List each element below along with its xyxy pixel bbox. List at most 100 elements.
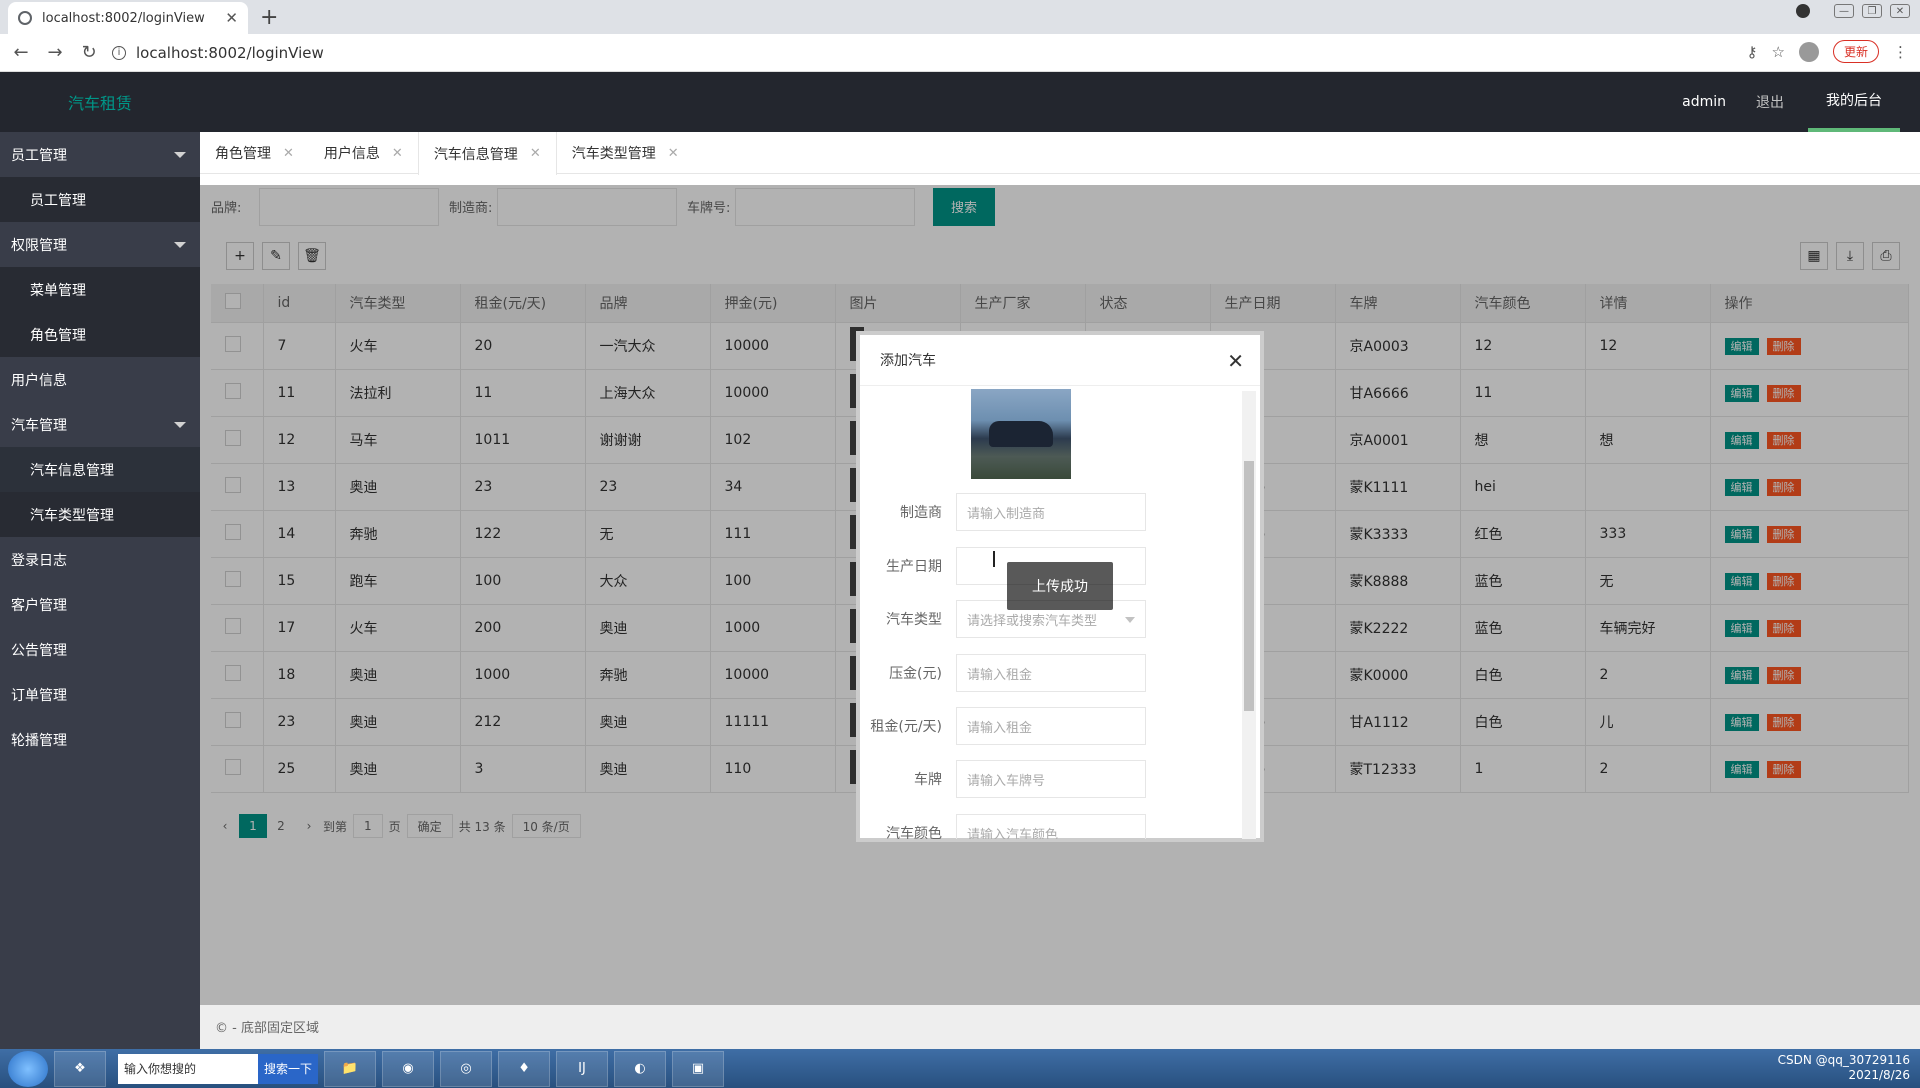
tab-car-type[interactable]: 汽车类型管理 ✕ — [557, 132, 694, 174]
chevron-down-icon — [1125, 617, 1135, 623]
tab-label: 角色管理 — [215, 146, 271, 162]
new-tab-icon[interactable]: + — [260, 5, 278, 30]
tool-icon[interactable]: ▣ — [672, 1050, 725, 1087]
field-label: 生产日期 — [886, 559, 942, 575]
rent-field[interactable]: 请输入租金 — [956, 707, 1146, 745]
close-icon[interactable]: ✕ — [530, 146, 541, 161]
star-icon[interactable]: ☆ — [1772, 43, 1785, 61]
forward-icon[interactable]: → — [42, 42, 68, 63]
close-icon[interactable]: ✕ — [283, 146, 294, 161]
sidebar-item-staff[interactable]: 员工管理 — [0, 132, 200, 177]
back-icon[interactable]: ← — [8, 42, 34, 63]
sidebar-item-notice[interactable]: 公告管理 — [0, 627, 200, 672]
field-label: 车牌 — [914, 772, 942, 788]
select-placeholder: 请选择或搜索汽车类型 — [967, 613, 1098, 629]
my-backend-link[interactable]: 我的后台 — [1808, 72, 1900, 132]
globe-icon — [18, 11, 32, 25]
tray-date: 2021/8/26 — [1848, 1068, 1910, 1082]
form-row-maker: 制造商 请输入制造商 — [860, 493, 1246, 531]
browser-tab[interactable]: localhost:8002/loginView ✕ — [8, 2, 248, 34]
caret-down-icon — [174, 422, 186, 428]
sidebar-item-user-info[interactable]: 用户信息 — [0, 357, 200, 402]
sidebar-sub-car-type[interactable]: 汽车类型管理 — [0, 492, 200, 537]
taskbar-search-input[interactable]: 输入你想搜的 — [118, 1053, 258, 1084]
explorer-icon[interactable]: 📁 — [324, 1050, 377, 1087]
key-icon[interactable]: ⚷ — [1747, 43, 1758, 61]
menu-dots-icon[interactable]: ⋮ — [1893, 43, 1908, 61]
minimize-icon[interactable]: — — [1834, 4, 1854, 18]
tab-role[interactable]: 角色管理 ✕ — [200, 132, 309, 174]
sidebar-item-login-log[interactable]: 登录日志 — [0, 537, 200, 582]
modal-header: 添加汽车 ✕ — [860, 335, 1260, 386]
update-button[interactable]: 更新 — [1832, 40, 1879, 63]
toolbar-right: ⚷ ☆ 更新 ⋮ — [1747, 40, 1908, 63]
field-label: 汽车类型 — [886, 612, 942, 628]
start-icon[interactable] — [8, 1050, 48, 1087]
url-text: localhost:8002/loginView — [136, 43, 324, 62]
sidebar-label: 权限管理 — [11, 237, 67, 254]
address-bar: ← → ↻ i localhost:8002/loginView ⚷ ☆ 更新 … — [0, 34, 1920, 72]
sidebar-item-car[interactable]: 汽车管理 — [0, 402, 200, 447]
text-cursor-icon — [993, 551, 995, 567]
close-icon[interactable]: ✕ — [392, 146, 403, 161]
windows-logo-icon[interactable]: ❖ — [54, 1050, 106, 1087]
firefox-icon[interactable]: ◉ — [382, 1050, 435, 1087]
close-icon[interactable]: ✕ — [668, 146, 679, 161]
scroll-thumb[interactable] — [1244, 461, 1254, 711]
sidebar-sub-staff[interactable]: 员工管理 — [0, 177, 200, 222]
reload-icon[interactable]: ↻ — [76, 42, 102, 63]
close-icon[interactable]: ✕ — [225, 9, 238, 27]
caret-down-icon — [174, 242, 186, 248]
app-logo: 汽车租赁 — [68, 94, 133, 113]
deposit-field[interactable]: 请输入租金 — [956, 654, 1146, 692]
sidebar: 员工管理 员工管理 权限管理 菜单管理 角色管理 用户信息 汽车管理 汽车信息管… — [0, 132, 200, 1049]
sidebar-label: 汽车管理 — [11, 417, 67, 434]
taskbar-search-button[interactable]: 搜索一下 — [258, 1053, 319, 1084]
profile-icon[interactable] — [1798, 41, 1819, 62]
user-name[interactable]: admin — [1682, 94, 1726, 110]
modal-scrollbar[interactable] — [1242, 391, 1256, 839]
form-row-rent: 租金(元/天) 请输入租金 — [860, 707, 1246, 745]
modal-body: 制造商 请输入制造商 生产日期 汽车类型 请选择或搜索汽车类型 压金(元) 请输… — [860, 387, 1246, 839]
sidebar-item-order[interactable]: 订单管理 — [0, 672, 200, 717]
close-icon[interactable]: ✕ — [1227, 349, 1244, 373]
tab-search-icon[interactable] — [1796, 4, 1810, 18]
maker-field[interactable]: 请输入制造商 — [956, 493, 1146, 531]
field-label: 汽车颜色 — [886, 826, 942, 839]
sidebar-sub-role[interactable]: 角色管理 — [0, 312, 200, 357]
browser-tab-title: localhost:8002/loginView — [42, 10, 205, 26]
plate-field[interactable]: 请输入车牌号 — [956, 760, 1146, 798]
os-taskbar: ❖ 输入你想搜的 搜索一下 📁 ◉ ◎ ♦ IJ ◐ ▣ CSDN @qq_30… — [0, 1049, 1920, 1088]
field-label: 制造商 — [900, 505, 942, 521]
form-row-deposit: 压金(元) 请输入租金 — [860, 654, 1246, 692]
tab-label: 汽车信息管理 — [433, 146, 518, 163]
intellij-icon[interactable]: IJ — [556, 1050, 609, 1087]
tab-user-info[interactable]: 用户信息 ✕ — [309, 132, 418, 174]
sidebar-sub-menu[interactable]: 菜单管理 — [0, 267, 200, 312]
info-icon[interactable]: i — [112, 45, 126, 60]
form-row-color: 汽车颜色 请输入汽车颜色 — [860, 814, 1246, 839]
sidebar-sub-car-info[interactable]: 汽车信息管理 — [0, 447, 200, 492]
form-row-plate: 车牌 请输入车牌号 — [860, 760, 1246, 798]
app-header: 汽车租赁 admin 退出 我的后台 — [0, 72, 1920, 132]
folder-icon[interactable]: ◐ — [614, 1050, 667, 1087]
watermark-text: CSDN @qq_30729116 — [1777, 1053, 1910, 1067]
tab-car-info[interactable]: 汽车信息管理 ✕ — [417, 132, 557, 175]
chrome-icon[interactable]: ◎ — [440, 1050, 493, 1087]
sidebar-label: 员工管理 — [11, 147, 67, 164]
color-field[interactable]: 请输入汽车颜色 — [956, 814, 1146, 839]
sidebar-item-customer[interactable]: 客户管理 — [0, 582, 200, 627]
sidebar-item-permission[interactable]: 权限管理 — [0, 222, 200, 267]
car-shape — [989, 421, 1053, 447]
upload-success-toast: 上传成功 — [1007, 562, 1113, 610]
car-image-preview — [971, 389, 1071, 479]
logout-link[interactable]: 退出 — [1756, 92, 1784, 112]
app-icon[interactable]: ♦ — [498, 1050, 551, 1087]
system-tray: CSDN @qq_30729116 2021/8/26 — [1778, 1053, 1910, 1083]
modal-title: 添加汽车 — [880, 353, 936, 369]
url-field[interactable]: i localhost:8002/loginView — [112, 44, 324, 62]
sidebar-item-carousel[interactable]: 轮播管理 — [0, 717, 200, 762]
field-label: 压金(元) — [889, 666, 942, 682]
window-close-icon[interactable]: ✕ — [1890, 4, 1910, 18]
maximize-icon[interactable]: ❐ — [1862, 4, 1882, 18]
